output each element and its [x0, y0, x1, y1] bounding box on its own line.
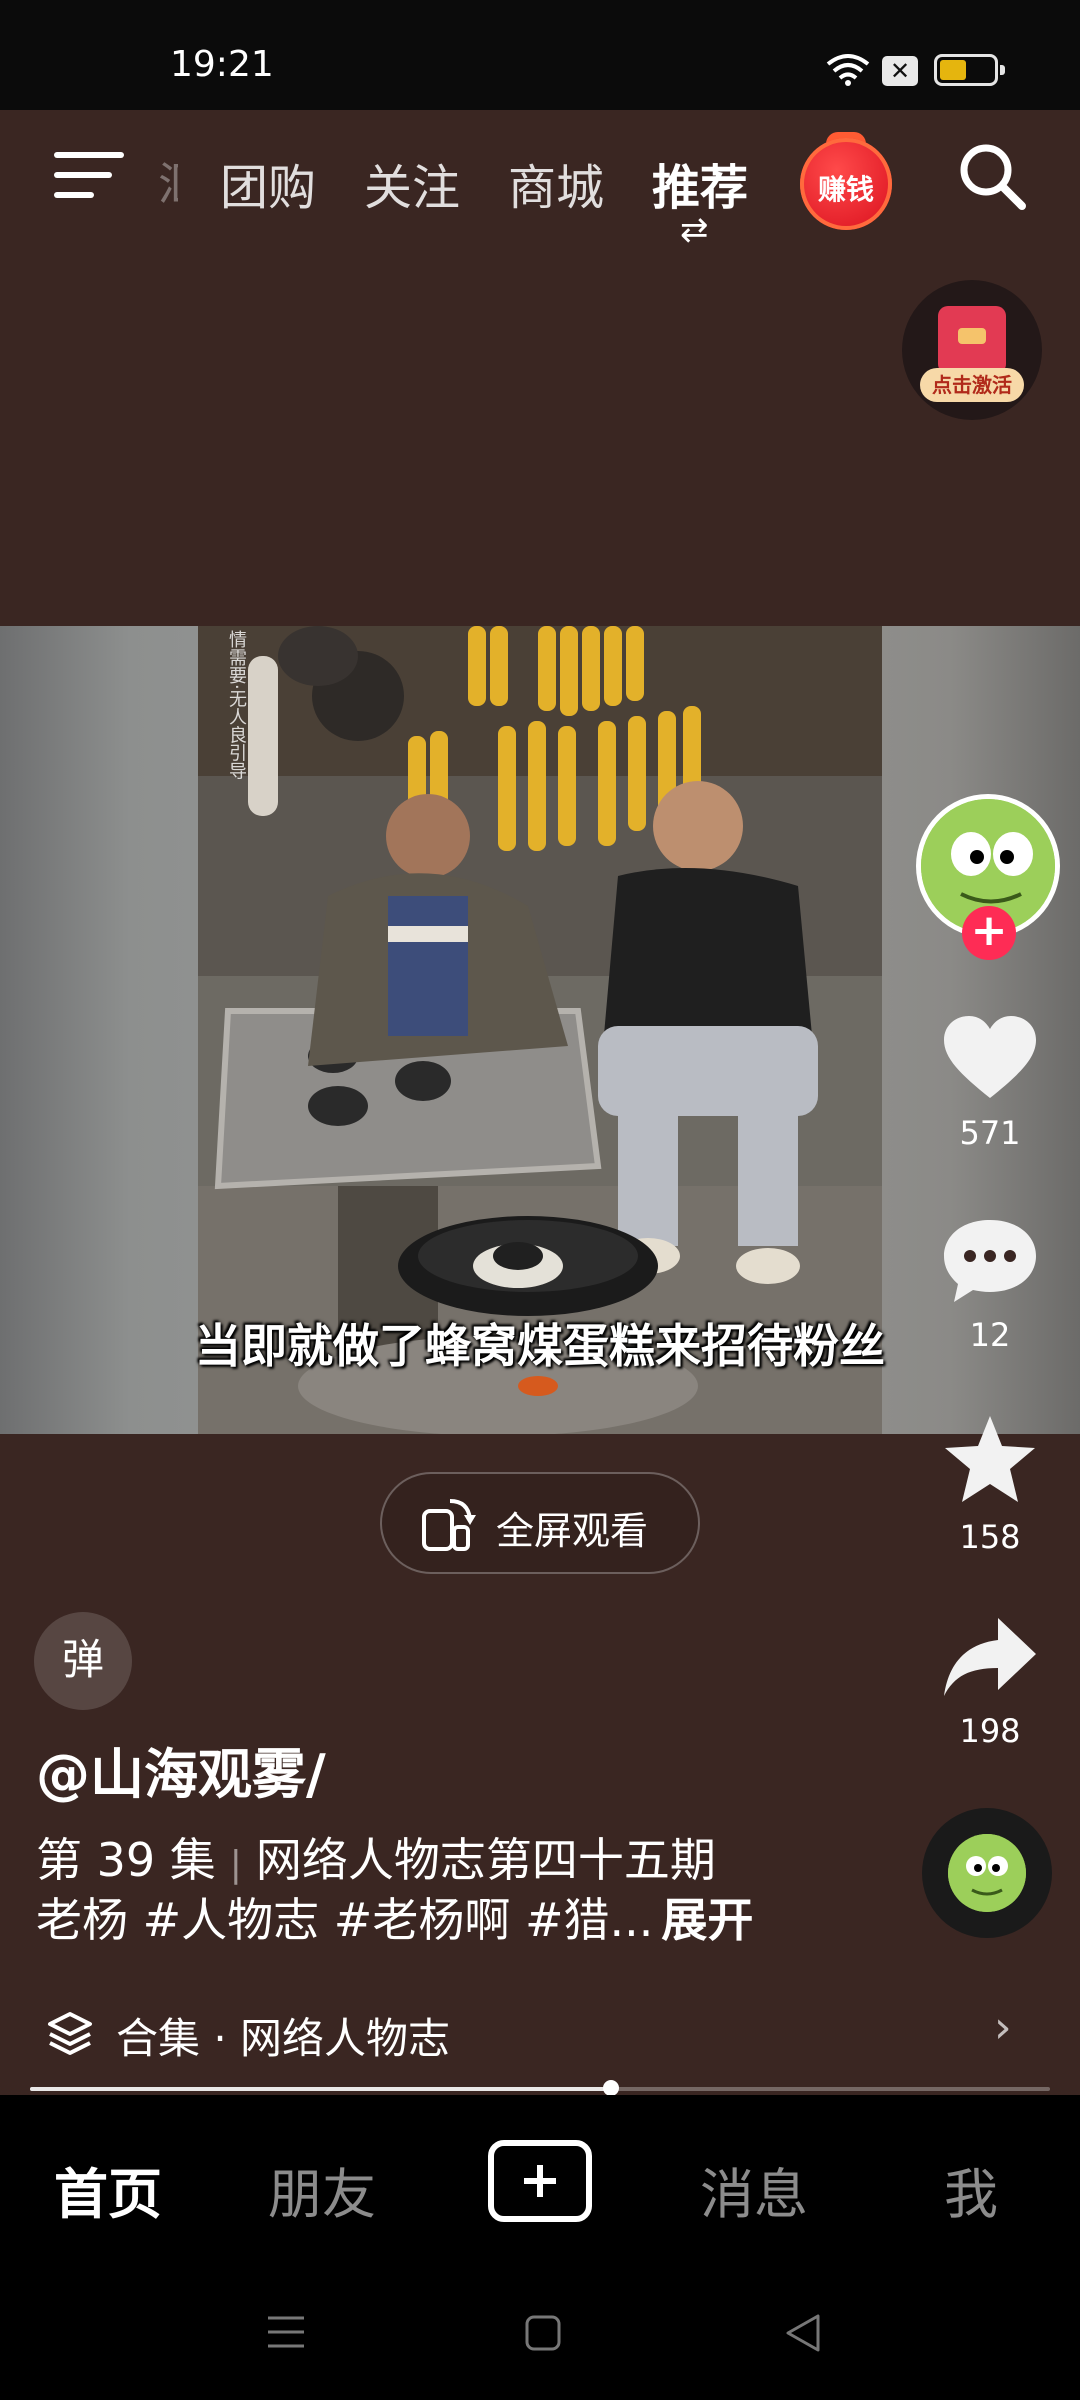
favorite-star-icon[interactable]	[940, 1414, 1040, 1504]
author-name[interactable]: @山海观雾/	[36, 1730, 326, 1809]
earn-money-label: 赚钱	[817, 173, 874, 206]
tab-mall[interactable]: 商城	[508, 148, 604, 218]
tab-friends[interactable]: 朋友	[268, 2150, 376, 2229]
layers-icon	[48, 2012, 92, 2055]
switch-arrows-icon: ⇄	[680, 210, 709, 250]
expand-button[interactable]: 展开	[661, 1893, 753, 1947]
favorite-count: 158	[959, 1518, 1021, 1556]
comment-count: 12	[969, 1316, 1011, 1354]
status-time: 19:21	[170, 44, 274, 85]
status-bar	[0, 0, 1080, 110]
danmu-toggle-button[interactable]: 弹	[34, 1612, 132, 1710]
music-disc[interactable]	[922, 1808, 1052, 1938]
battery-icon	[934, 54, 1005, 86]
search-icon[interactable]	[956, 140, 1028, 212]
tab-home[interactable]: 首页	[54, 2150, 162, 2229]
share-count: 198	[959, 1712, 1021, 1750]
music-disc-avatar-icon	[948, 1834, 1026, 1912]
video-progress-fill	[30, 2087, 612, 2091]
series-title: 网络人物志第四十五期	[255, 1833, 716, 1887]
rotate-fullscreen-icon	[422, 1499, 476, 1551]
video-subtitle: 当即就做了蜂窝煤蛋糕来招待粉丝	[195, 1319, 885, 1373]
tab-group-buy[interactable]: 团购	[220, 148, 316, 218]
fullscreen-label: 全屏观看	[496, 1509, 649, 1553]
comment-bubble-icon[interactable]	[940, 1214, 1040, 1304]
post-description-line2[interactable]: 老杨 #人物志 #老杨啊 #猎... 展开	[36, 1884, 753, 1950]
chevron-right-icon: ›	[994, 2002, 1012, 2053]
tab-following[interactable]: 关注	[364, 148, 460, 218]
home-icon[interactable]	[524, 2314, 562, 2352]
separator: |	[229, 1844, 242, 1885]
create-post-button[interactable]	[488, 2140, 592, 2222]
sim-off-icon: ✕	[882, 56, 918, 86]
episode-number: 第 39 集	[36, 1833, 216, 1887]
follow-button[interactable]: +	[962, 906, 1016, 960]
share-arrow-icon[interactable]	[940, 1612, 1040, 1702]
red-packet-label: 点击激活	[920, 368, 1024, 402]
tab-hidden-partial[interactable]: 汇	[158, 148, 178, 214]
red-packet-seal	[958, 328, 986, 344]
collection-label: 合集 · 网络人物志	[116, 2014, 451, 2063]
wifi-icon	[826, 54, 870, 86]
like-heart-icon[interactable]	[940, 1012, 1040, 1102]
tab-recommended[interactable]: 推荐	[652, 148, 748, 218]
like-count: 571	[959, 1114, 1021, 1152]
menu-icon[interactable]	[54, 148, 124, 204]
recent-apps-icon[interactable]	[266, 2314, 306, 2350]
tab-me[interactable]: 我	[944, 2150, 998, 2229]
video-side-caption: 情需要·无人良引导	[226, 630, 247, 780]
back-icon[interactable]	[782, 2312, 822, 2354]
tab-messages[interactable]: 消息	[700, 2150, 808, 2229]
post-description-line1[interactable]: 第 39 集 | 网络人物志第四十五期	[36, 1824, 716, 1890]
post-caption: 老杨 #人物志 #老杨啊 #猎...	[36, 1893, 654, 1947]
